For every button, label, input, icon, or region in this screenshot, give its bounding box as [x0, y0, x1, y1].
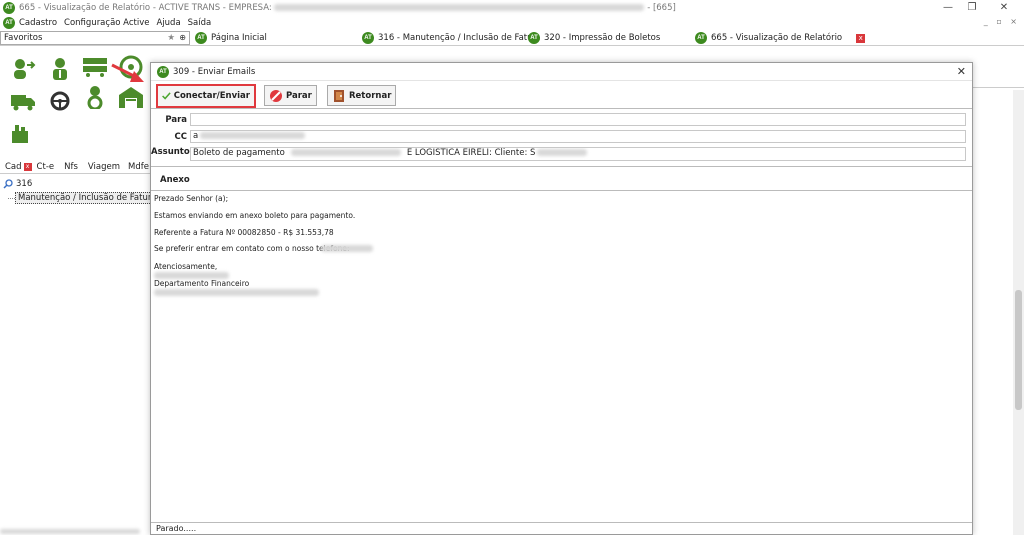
cc-field[interactable]: a	[190, 130, 966, 143]
dialog-toolbar: Conectar/Enviar Parar Retornar	[151, 81, 972, 109]
check-icon	[162, 92, 171, 100]
steering-wheel-icon[interactable]	[47, 89, 73, 113]
factory-icon[interactable]	[10, 121, 36, 145]
side-tab-mdfe[interactable]: Mdfe	[128, 162, 149, 172]
exit-door-icon	[334, 89, 344, 102]
status-bar: Parado.....	[151, 522, 972, 535]
assunto-label: Assunto	[151, 147, 190, 157]
side-tab-cad[interactable]: Cad	[5, 162, 22, 172]
para-label: Para	[165, 115, 187, 125]
body-line: Estamos enviando em anexo boleto para pa…	[154, 211, 356, 220]
menu-cadastro[interactable]: Cadastro	[19, 18, 57, 28]
driver-icon[interactable]	[47, 57, 73, 81]
dialog-title: 309 - Enviar Emails	[173, 66, 256, 77]
app-logo-icon: AT	[3, 2, 15, 14]
scrollbar-thumb[interactable]	[1015, 290, 1022, 410]
attachment-label: Anexo	[160, 175, 190, 185]
close-window-button[interactable]: ✕	[994, 2, 1014, 13]
para-field[interactable]	[190, 113, 966, 126]
truck-icon[interactable]	[10, 89, 36, 113]
close-dialog-button[interactable]: ✕	[957, 65, 966, 78]
mdi-window-controls[interactable]: _ ▫ ×	[984, 17, 1020, 26]
annotation-arrow-icon	[111, 63, 144, 82]
app-logo-icon: AT	[362, 32, 374, 44]
tab-pagina-inicial[interactable]: AT Página Inicial	[195, 31, 267, 45]
fleet-icon[interactable]	[82, 55, 108, 79]
driver-wheel-icon[interactable]	[82, 85, 108, 109]
attachment-section[interactable]: Anexo	[151, 166, 972, 191]
connect-send-button[interactable]: Conectar/Enviar	[156, 84, 256, 108]
search-input[interactable]: 316	[16, 179, 32, 189]
send-email-dialog: AT 309 - Enviar Emails ✕ Conectar/Enviar…	[150, 62, 973, 535]
body-line: Prezado Senhor (a);	[154, 194, 229, 203]
assunto-field[interactable]: Boleto de pagamento E LOGÍSTICA EIRELI: C…	[190, 147, 966, 161]
email-body[interactable]: Prezado Senhor (a); Estamos enviando em …	[151, 192, 972, 522]
back-button[interactable]: Retornar	[327, 85, 397, 106]
side-tab-bar: Cad x Ct-e Nfs Viagem Mdfe	[0, 160, 150, 174]
body-line: Atenciosamente,	[154, 262, 218, 271]
menu-configuracao[interactable]: Configuração Active	[64, 18, 149, 28]
tab-665[interactable]: AT 665 - Visualização de Relatório x	[695, 31, 866, 45]
search-icon	[3, 179, 13, 189]
star-icon[interactable]: ★	[167, 32, 175, 44]
email-header-form: Para CC a Assunto Boleto de pagamento E L…	[151, 110, 972, 166]
tree-item[interactable]: Manutenção / Inclusão de Faturas	[15, 192, 164, 204]
body-line: Referente a Fatura Nº 00082850 - R$ 31.5…	[154, 228, 334, 237]
window-title: 665 - Visualização de Relatório - ACTIVE…	[19, 3, 676, 13]
bottom-status-strip	[0, 527, 150, 535]
stop-icon	[270, 89, 282, 102]
body-line: Departamento Financeiro	[154, 279, 250, 288]
app-logo-icon: AT	[528, 32, 540, 44]
app-logo-icon: AT	[195, 32, 207, 44]
menu-ajuda[interactable]: Ajuda	[156, 18, 180, 28]
tab-316[interactable]: AT 316 - Manutenção / Inclusão de Fatu..…	[362, 31, 541, 45]
background-scrollbar[interactable]	[1013, 90, 1024, 535]
minimize-button[interactable]: —	[938, 2, 958, 13]
tab-320[interactable]: AT 320 - Impressão de Boletos	[528, 31, 660, 45]
side-tab-cte[interactable]: Ct-e	[37, 162, 55, 172]
menu-search[interactable]: 316	[3, 178, 148, 190]
app-logo-icon: AT	[3, 17, 15, 29]
tree-connector	[8, 198, 15, 199]
side-tab-viagem[interactable]: Viagem	[88, 162, 120, 172]
close-tab-icon[interactable]: x	[856, 33, 866, 43]
pin-icon[interactable]: ⊕	[179, 32, 186, 44]
cc-label: CC	[174, 132, 187, 142]
menu-bar: AT Cadastro Configuração Active Ajuda Sa…	[0, 16, 1024, 30]
close-side-tab-icon[interactable]: x	[23, 162, 32, 171]
menu-saida[interactable]: Saída	[188, 18, 212, 28]
app-logo-icon: AT	[157, 65, 169, 78]
restore-button[interactable]: ❐	[962, 2, 982, 13]
favorites-combo[interactable]: Favoritos ★ ⊕	[0, 31, 190, 45]
side-tab-nfs[interactable]: Nfs	[64, 162, 78, 172]
app-logo-icon: AT	[695, 32, 707, 44]
add-user-icon[interactable]	[10, 57, 36, 81]
dialog-title-bar: AT 309 - Enviar Emails ✕	[151, 63, 972, 81]
warehouse-icon[interactable]	[118, 85, 144, 109]
stop-button[interactable]: Parar	[264, 85, 317, 106]
window-title-bar: AT 665 - Visualização de Relatório - ACT…	[0, 0, 1024, 16]
